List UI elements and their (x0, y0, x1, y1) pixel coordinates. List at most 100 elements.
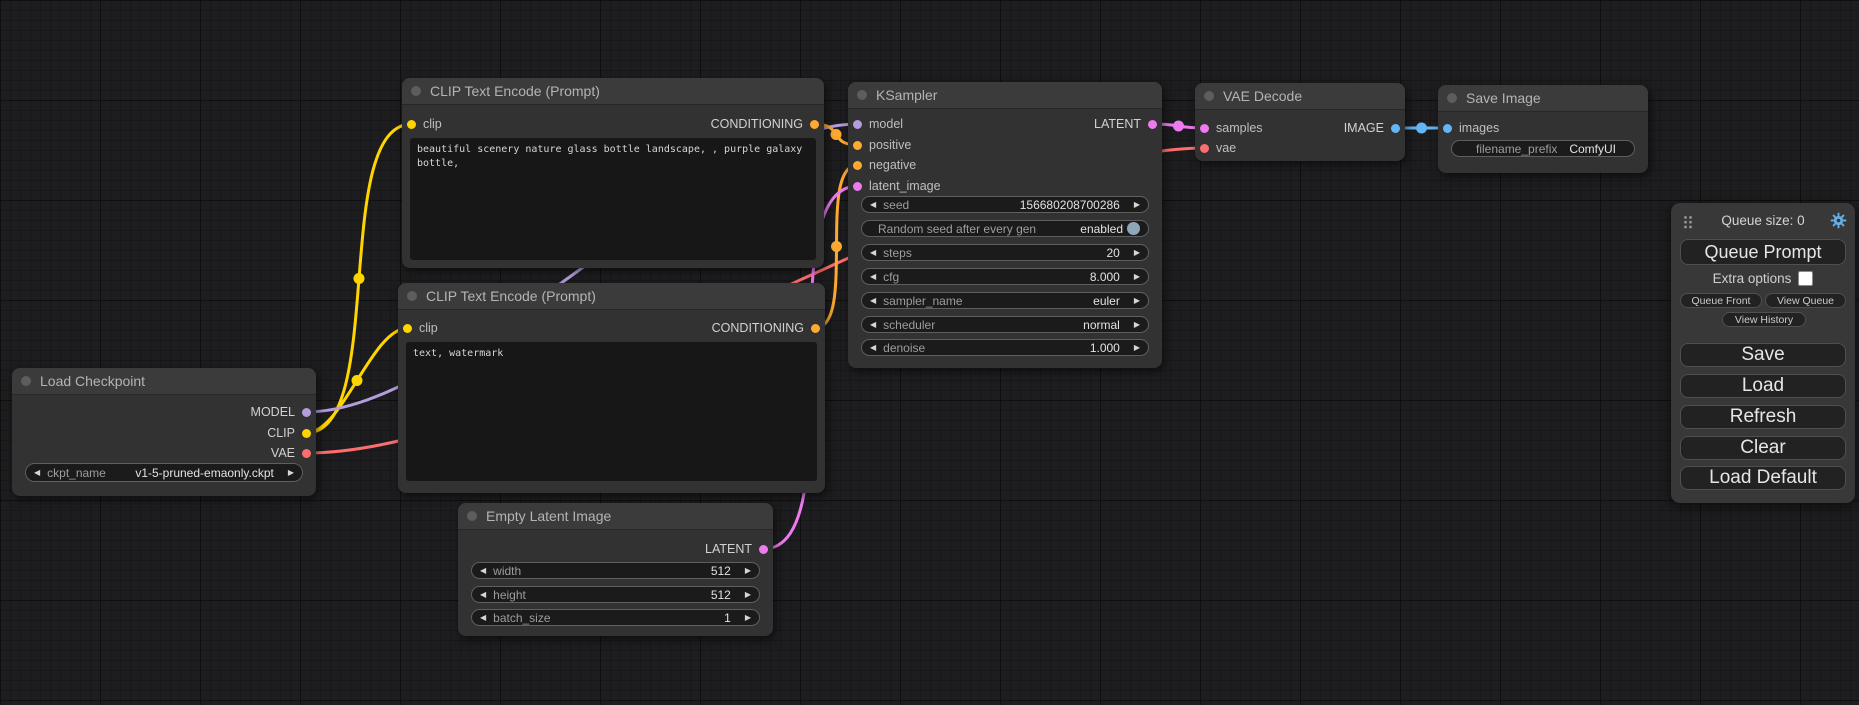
slot-dot-latent[interactable] (1148, 120, 1157, 129)
collapse-dot-icon[interactable] (407, 291, 417, 301)
slot-dot-vae[interactable] (1200, 144, 1209, 153)
slot-label-latent: LATENT (705, 542, 752, 556)
slot-dot-conditioning[interactable] (810, 120, 819, 129)
increment-arrow-icon[interactable]: ▶ (288, 469, 294, 477)
node-vae-decode[interactable]: VAE Decode samples vae IMAGE (1195, 83, 1405, 161)
queue-prompt-button[interactable]: Queue Prompt (1680, 239, 1846, 265)
node-ksampler[interactable]: KSampler model positive negative latent_… (848, 82, 1162, 368)
slot-dot-model[interactable] (853, 120, 862, 129)
node-vae-decode-titlebar[interactable]: VAE Decode (1195, 83, 1405, 110)
extra-options-checkbox[interactable] (1798, 271, 1813, 286)
input-slot-negative: negative (853, 156, 916, 174)
collapse-dot-icon[interactable] (411, 86, 421, 96)
slot-dot-samples[interactable] (1200, 124, 1209, 133)
refresh-button[interactable]: Refresh (1680, 405, 1846, 429)
collapse-dot-icon[interactable] (467, 511, 477, 521)
slot-dot-model[interactable] (302, 408, 311, 417)
node-load-checkpoint[interactable]: Load Checkpoint MODEL CLIP VAE ◀ ckpt_na… (12, 368, 316, 496)
input-slot-samples: samples (1200, 119, 1263, 137)
toggle-enabled-icon[interactable] (1127, 222, 1140, 235)
view-history-button[interactable]: View History (1722, 312, 1806, 327)
increment-arrow-icon[interactable]: ▶ (1134, 344, 1140, 352)
collapse-dot-icon[interactable] (1447, 93, 1457, 103)
widget-label: cfg (883, 270, 899, 284)
slot-dot-clip[interactable] (302, 429, 311, 438)
node-clip-pos-titlebar[interactable]: CLIP Text Encode (Prompt) (402, 78, 824, 105)
increment-arrow-icon[interactable]: ▶ (745, 567, 751, 575)
widget-label: steps (883, 246, 912, 260)
slot-dot-vae[interactable] (302, 449, 311, 458)
prompt-textarea-positive[interactable]: beautiful scenery nature glass bottle la… (410, 138, 816, 260)
decrement-arrow-icon[interactable]: ◀ (870, 344, 876, 352)
decrement-arrow-icon[interactable]: ◀ (870, 249, 876, 257)
widget-height[interactable]: ◀ height 512 ▶ (471, 586, 760, 603)
graph-canvas[interactable]: { "app": "ComfyUI graph editor", "slot_c… (0, 0, 1859, 705)
output-slot-conditioning: CONDITIONING (711, 115, 819, 133)
view-queue-button[interactable]: View Queue (1765, 293, 1846, 308)
queue-front-button[interactable]: Queue Front (1680, 293, 1762, 308)
decrement-arrow-icon[interactable]: ◀ (480, 591, 486, 599)
widget-label: sampler_name (883, 294, 962, 308)
widget-sampler-name[interactable]: ◀ sampler_name euler ▶ (861, 292, 1149, 309)
node-empty-latent-titlebar[interactable]: Empty Latent Image (458, 503, 773, 530)
clear-button[interactable]: Clear (1680, 436, 1846, 460)
increment-arrow-icon[interactable]: ▶ (745, 591, 751, 599)
slot-dot-latent[interactable] (759, 545, 768, 554)
node-title-text: VAE Decode (1223, 88, 1302, 104)
load-button[interactable]: Load (1680, 374, 1846, 398)
node-save-image[interactable]: Save Image images filename_prefix ComfyU… (1438, 85, 1648, 173)
slot-dot-negative[interactable] (853, 161, 862, 170)
prompt-textarea-negative[interactable]: text, watermark (406, 342, 817, 481)
increment-arrow-icon[interactable]: ▶ (1134, 201, 1140, 209)
settings-gear-icon[interactable] (1830, 212, 1847, 229)
widget-filename-prefix[interactable]: filename_prefix ComfyUI (1451, 140, 1635, 157)
widget-batch-size[interactable]: ◀ batch_size 1 ▶ (471, 609, 760, 626)
node-clip-neg-titlebar[interactable]: CLIP Text Encode (Prompt) (398, 283, 825, 310)
save-button[interactable]: Save (1680, 343, 1846, 367)
decrement-arrow-icon[interactable]: ◀ (34, 469, 40, 477)
slot-dot-positive[interactable] (853, 141, 862, 150)
load-default-button[interactable]: Load Default (1680, 466, 1846, 490)
slot-dot-conditioning[interactable] (811, 324, 820, 333)
widget-scheduler[interactable]: ◀ scheduler normal ▶ (861, 316, 1149, 333)
node-clip-text-encode-negative[interactable]: CLIP Text Encode (Prompt) clip CONDITION… (398, 283, 825, 493)
node-clip-text-encode-positive[interactable]: CLIP Text Encode (Prompt) clip CONDITION… (402, 78, 824, 268)
collapse-dot-icon[interactable] (1204, 91, 1214, 101)
increment-arrow-icon[interactable]: ▶ (1134, 321, 1140, 329)
widget-random-seed-toggle[interactable]: Random seed after every gen enabled (861, 220, 1149, 237)
node-ksampler-titlebar[interactable]: KSampler (848, 82, 1162, 109)
node-save-image-titlebar[interactable]: Save Image (1438, 85, 1648, 112)
widget-cfg[interactable]: ◀ cfg 8.000 ▶ (861, 268, 1149, 285)
slot-label-images: images (1459, 121, 1499, 135)
slot-dot-latent-image[interactable] (853, 182, 862, 191)
node-empty-latent-image[interactable]: Empty Latent Image LATENT ◀ width 512 ▶ … (458, 503, 773, 636)
increment-arrow-icon[interactable]: ▶ (745, 614, 751, 622)
increment-arrow-icon[interactable]: ▶ (1134, 249, 1140, 257)
decrement-arrow-icon[interactable]: ◀ (480, 614, 486, 622)
collapse-dot-icon[interactable] (21, 376, 31, 386)
widget-seed[interactable]: ◀ seed 156680208700286 ▶ (861, 196, 1149, 213)
widget-denoise[interactable]: ◀ denoise 1.000 ▶ (861, 339, 1149, 356)
decrement-arrow-icon[interactable]: ◀ (870, 321, 876, 329)
slot-dot-images[interactable] (1443, 124, 1452, 133)
slot-dot-clip[interactable] (407, 120, 416, 129)
output-slot-image: IMAGE (1344, 119, 1400, 137)
widget-value: 1.000 (1090, 341, 1120, 355)
widget-width[interactable]: ◀ width 512 ▶ (471, 562, 760, 579)
collapse-dot-icon[interactable] (857, 90, 867, 100)
slot-label-conditioning: CONDITIONING (712, 321, 804, 335)
widget-ckpt-name[interactable]: ◀ ckpt_name v1-5-pruned-emaonly.ckpt ▶ (25, 463, 303, 482)
widget-steps[interactable]: ◀ steps 20 ▶ (861, 244, 1149, 261)
node-load-checkpoint-titlebar[interactable]: Load Checkpoint (12, 368, 316, 395)
decrement-arrow-icon[interactable]: ◀ (870, 201, 876, 209)
slot-dot-clip[interactable] (403, 324, 412, 333)
slot-label-clip: CLIP (267, 426, 295, 440)
slot-dot-image[interactable] (1391, 124, 1400, 133)
increment-arrow-icon[interactable]: ▶ (1134, 273, 1140, 281)
slot-label-model: MODEL (251, 405, 295, 419)
decrement-arrow-icon[interactable]: ◀ (870, 273, 876, 281)
decrement-arrow-icon[interactable]: ◀ (870, 297, 876, 305)
output-slot-latent: LATENT (705, 540, 768, 558)
decrement-arrow-icon[interactable]: ◀ (480, 567, 486, 575)
increment-arrow-icon[interactable]: ▶ (1134, 297, 1140, 305)
